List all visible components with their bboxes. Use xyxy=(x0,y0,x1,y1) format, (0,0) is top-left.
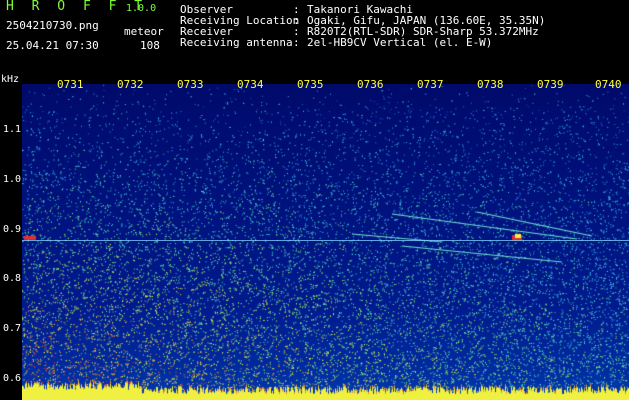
time-label: 0734 xyxy=(237,78,264,91)
info-antenna: Receiving antenna: 2el-HB9CV Vertical (el… xyxy=(180,36,493,49)
freq-label: 0.9 xyxy=(3,224,22,235)
datetime: 25.04.21 07:30 xyxy=(6,39,99,52)
time-label: 0738 xyxy=(477,78,504,91)
time-axis: 0731 0732 0733 0734 0735 0736 0737 0738 … xyxy=(0,78,629,92)
spectrogram-noise xyxy=(22,84,629,400)
time-label: 0737 xyxy=(417,78,444,91)
event-count: 108 xyxy=(140,39,160,52)
spectrogram xyxy=(22,84,629,400)
time-label: 0733 xyxy=(177,78,204,91)
time-label: 0736 xyxy=(357,78,384,91)
time-label: 0732 xyxy=(117,78,144,91)
time-label: 0731 xyxy=(57,78,84,91)
time-label: 0740 xyxy=(595,78,622,91)
carrier-line xyxy=(22,240,629,241)
time-label: 0739 xyxy=(537,78,564,91)
event-type: meteor xyxy=(124,25,164,38)
freq-label: 1.1 xyxy=(3,124,22,135)
hrofft-window: H R O F F T 1.0.0 2504210730.png meteor … xyxy=(0,0,629,400)
freq-label: 1.0 xyxy=(3,174,22,185)
filename: 2504210730.png xyxy=(6,19,99,32)
app-version: 1.0.0 xyxy=(126,3,157,14)
freq-label: 0.6 xyxy=(3,373,22,384)
station-info: Observer: Takanori Kawachi Receiving Loca… xyxy=(180,4,545,48)
freq-label: 0.8 xyxy=(3,273,22,284)
freq-label: 0.7 xyxy=(3,323,22,334)
time-label: 0735 xyxy=(297,78,324,91)
